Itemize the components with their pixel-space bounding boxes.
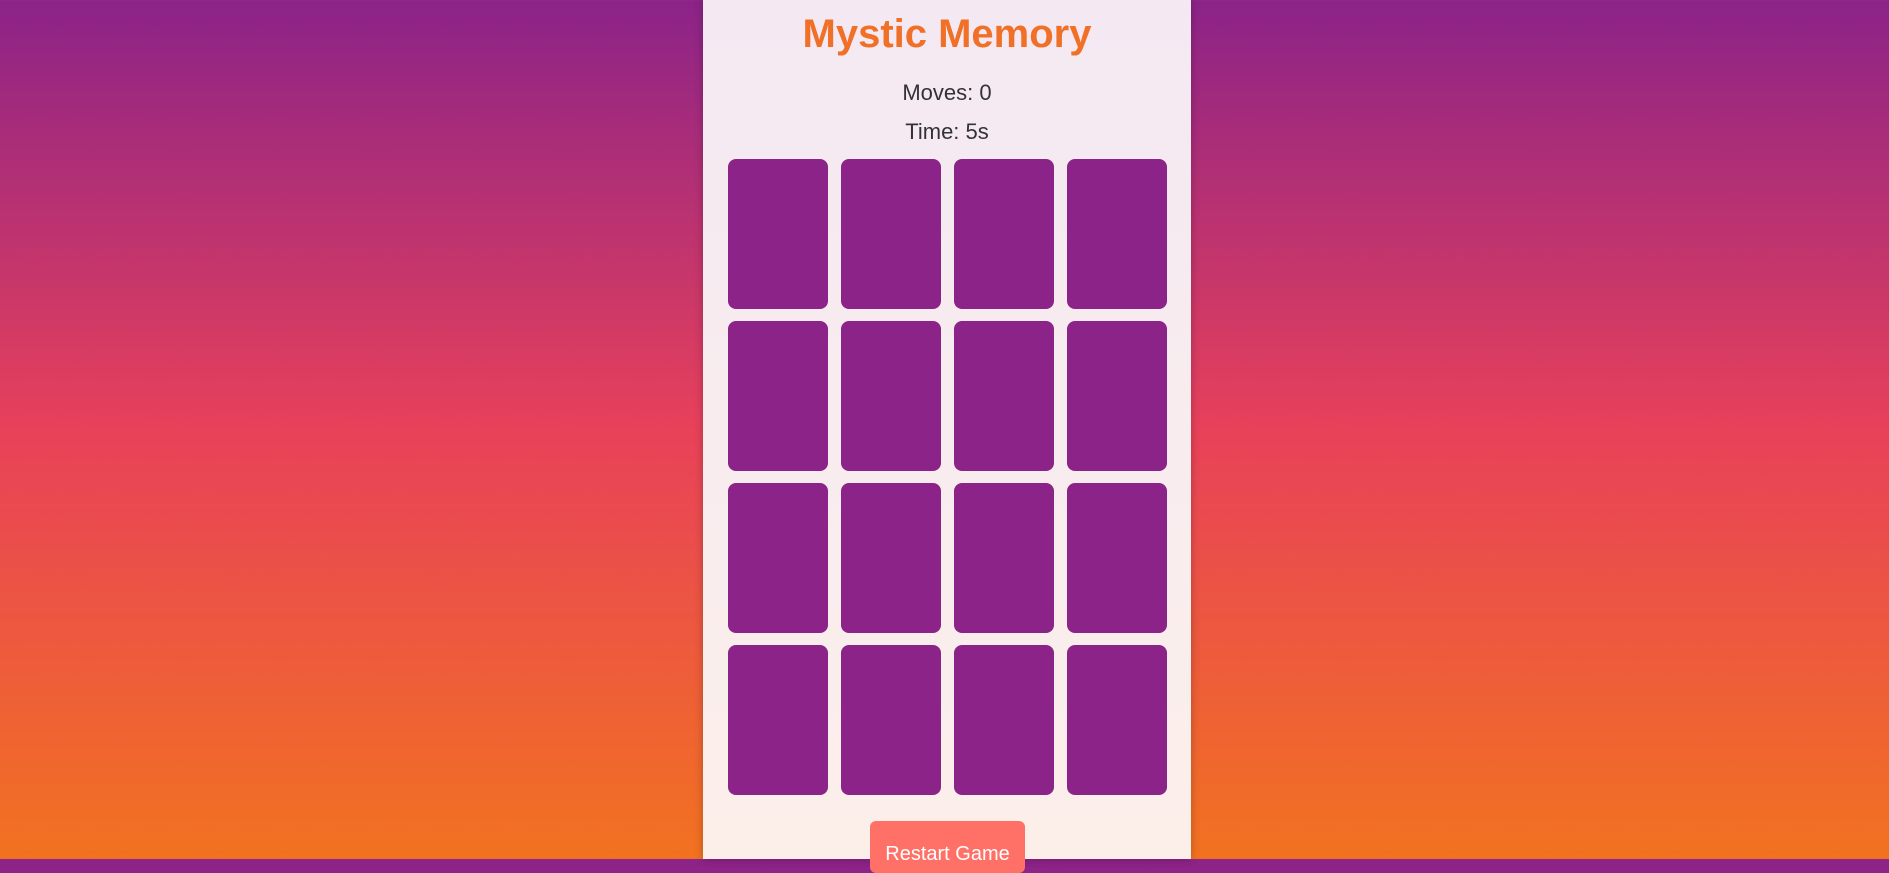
memory-card[interactable] — [841, 321, 941, 471]
memory-card[interactable] — [954, 645, 1054, 795]
game-panel: Mystic Memory Moves: 0 Time: 5s Restart … — [703, 0, 1191, 873]
memory-card[interactable] — [1067, 159, 1167, 309]
restart-game-button[interactable]: Restart Game — [870, 821, 1025, 873]
memory-card[interactable] — [1067, 321, 1167, 471]
memory-card[interactable] — [841, 645, 941, 795]
moves-counter: Moves: 0 — [902, 80, 992, 105]
memory-card[interactable] — [954, 159, 1054, 309]
memory-card[interactable] — [728, 159, 828, 309]
memory-card[interactable] — [841, 483, 941, 633]
memory-card[interactable] — [954, 321, 1054, 471]
memory-card[interactable] — [1067, 483, 1167, 633]
memory-card[interactable] — [728, 483, 828, 633]
timer: Time: 5s — [905, 119, 989, 144]
game-title: Mystic Memory — [802, 12, 1092, 56]
card-grid — [728, 159, 1167, 795]
memory-card[interactable] — [728, 321, 828, 471]
memory-card[interactable] — [841, 159, 941, 309]
memory-card[interactable] — [1067, 645, 1167, 795]
memory-card[interactable] — [728, 645, 828, 795]
memory-card[interactable] — [954, 483, 1054, 633]
